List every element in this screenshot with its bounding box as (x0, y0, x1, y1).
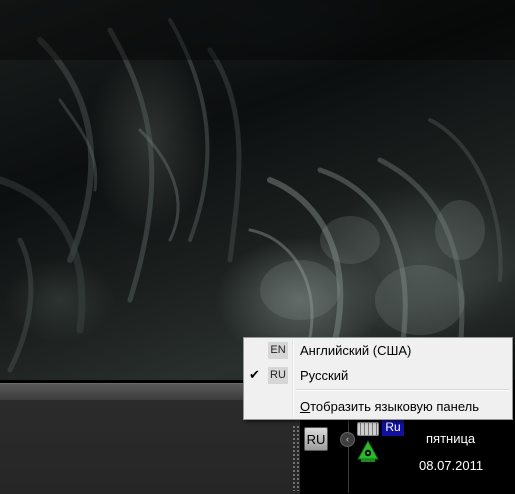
wallpaper-texture (0, 0, 515, 373)
security-warning-icon[interactable] (357, 439, 379, 463)
menu-item-label: Отобразить языковую панель (300, 399, 479, 414)
language-code-badge: EN (268, 342, 288, 359)
language-bar-button[interactable]: RU (304, 427, 328, 451)
menu-item-label: Русский (300, 368, 349, 383)
clock-date[interactable]: 08.07.2011 (419, 458, 483, 473)
clock-day[interactable]: пятница (426, 431, 475, 446)
language-context-menu: EN Английский (США) ✔ RU Русский Отобраз… (243, 337, 513, 420)
menu-item-label-rest: тобразить языковую панель (310, 399, 479, 414)
menu-item-russian[interactable]: ✔ RU Русский (246, 365, 510, 387)
menu-item-label: Английский (США) (300, 343, 412, 358)
keyboard-icon[interactable] (357, 422, 379, 436)
checkmark-icon: ✔ (249, 367, 260, 382)
tray-language-indicator[interactable]: Ru (382, 419, 404, 436)
desktop-wallpaper (0, 0, 515, 380)
menu-item-english[interactable]: EN Английский (США) (246, 340, 510, 362)
accelerator-letter: О (300, 399, 311, 414)
menu-separator (296, 389, 509, 391)
menu-item-show-language-bar[interactable]: Отобразить языковую панель (246, 396, 510, 418)
show-hidden-icons-chevron-icon[interactable]: ‹ (340, 432, 355, 447)
toolbar-grip[interactable] (292, 425, 300, 491)
language-code-badge: RU (268, 367, 288, 384)
